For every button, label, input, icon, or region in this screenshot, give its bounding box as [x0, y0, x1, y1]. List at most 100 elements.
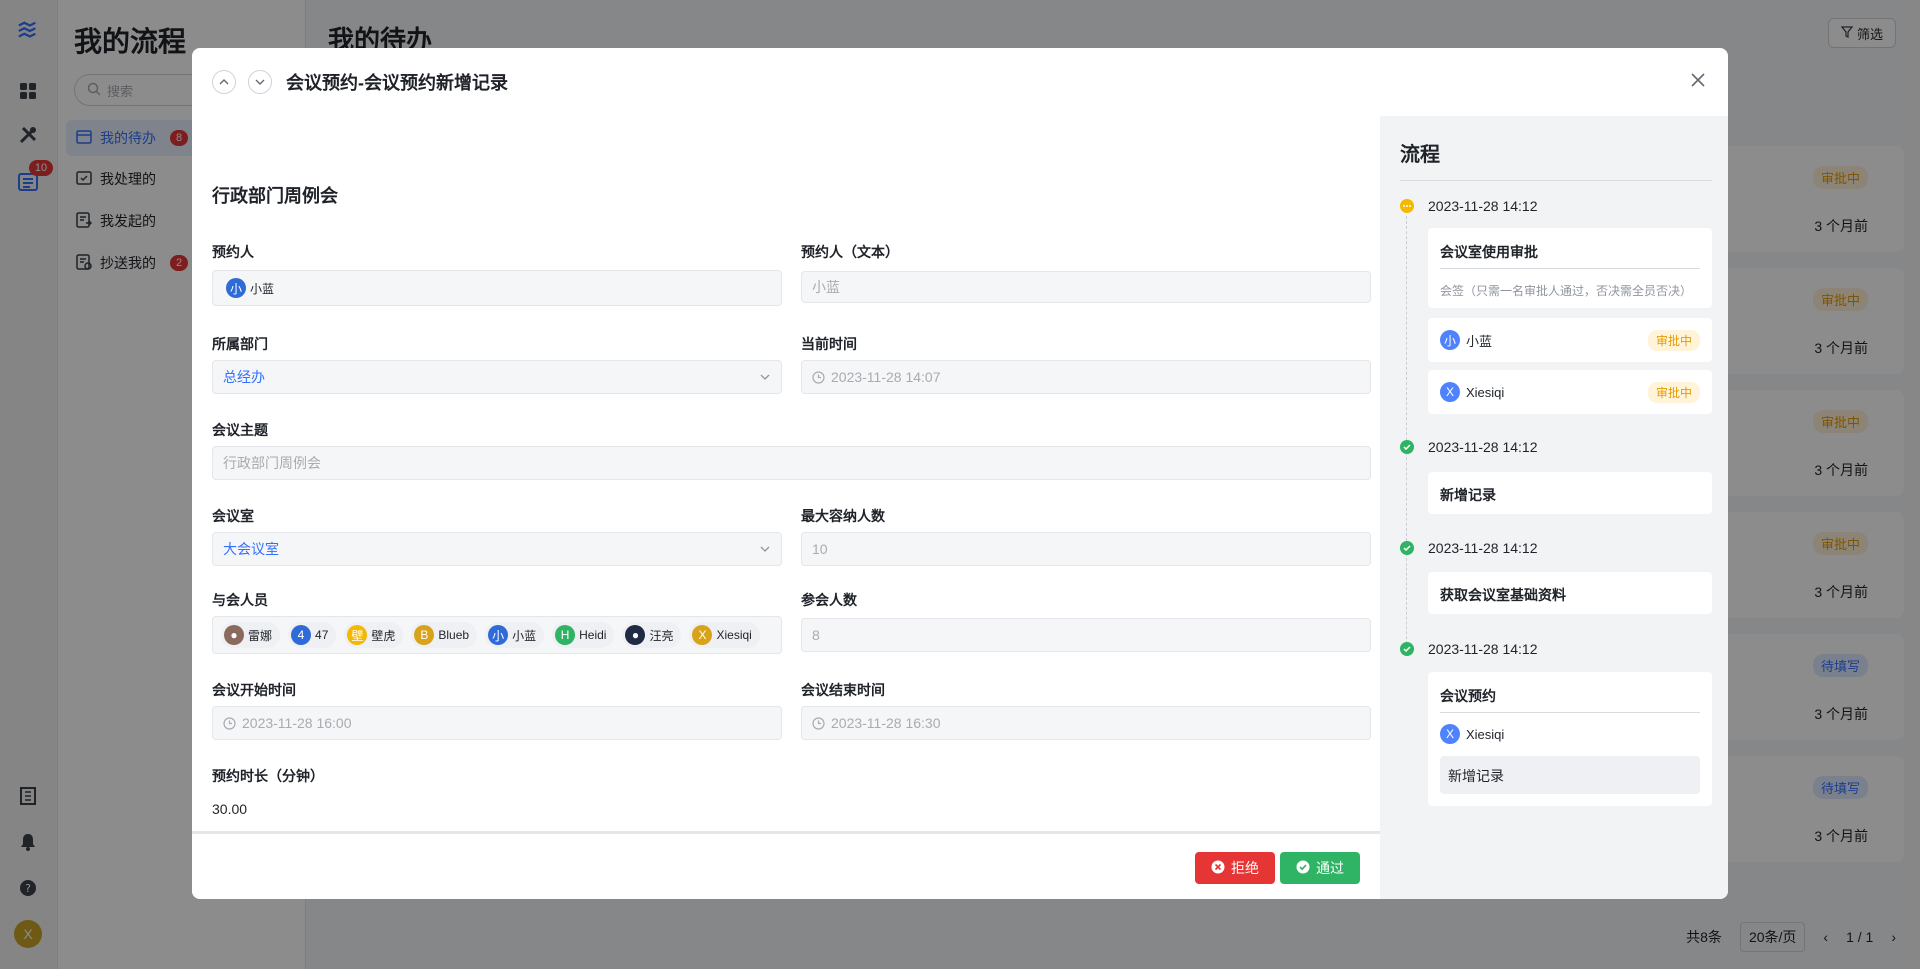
modal-header: 会议预约-会议预约新增记录 — [192, 48, 1728, 116]
avatar: X — [1440, 382, 1460, 402]
card-title: 会议预约 — [1440, 688, 1496, 704]
chevron-down-icon — [760, 374, 770, 380]
avatar: H — [555, 625, 576, 645]
prev-record-button[interactable] — [212, 70, 236, 94]
flow-title: 流程 — [1400, 144, 1440, 166]
start-field[interactable]: 2023-11-28 16:00 — [212, 706, 782, 740]
chip-name: 壁虎 — [371, 628, 396, 643]
check-circle-icon — [1296, 860, 1310, 877]
card-note: 会签（只需一名审批人通过，否决需全员否决） — [1440, 284, 1693, 298]
dept-select[interactable]: 总经办 — [212, 360, 782, 394]
check-circle-icon — [1400, 440, 1414, 454]
room-select[interactable]: 大会议室 — [212, 532, 782, 566]
start-value: 2023-11-28 16:00 — [242, 715, 352, 731]
clock-icon — [812, 716, 825, 730]
now-value: 2023-11-28 14:07 — [831, 369, 941, 385]
approver-card: X Xiesiqi 审批中 — [1428, 370, 1712, 414]
booker-text-label: 预约人（文本） — [801, 244, 899, 260]
card-title: 会议室使用审批 — [1440, 244, 1538, 260]
avatar: ● — [625, 625, 646, 645]
node-time: 2023-11-28 14:12 — [1428, 439, 1538, 455]
flow-card: 获取会议室基础资料 — [1428, 572, 1712, 614]
approve-button[interactable]: 通过 — [1280, 852, 1360, 884]
topic-field[interactable]: 行政部门周例会 — [212, 446, 1371, 480]
record-modal: 会议预约-会议预约新增记录 行政部门周例会 预约人 小 小蓝 预约人（文本） 小… — [192, 48, 1728, 899]
node-time: 2023-11-28 14:12 — [1428, 540, 1538, 556]
avatar: X — [1440, 724, 1460, 744]
chip-name: 47 — [315, 628, 329, 642]
approver-card: 小 小蓝 审批中 — [1428, 318, 1712, 362]
chip-name: Blueb — [438, 628, 470, 642]
approve-label: 通过 — [1316, 860, 1344, 876]
status-badge: 审批中 — [1647, 330, 1700, 351]
avatar: 小 — [488, 625, 509, 645]
attendees-label: 与会人员 — [212, 592, 268, 608]
node-time: 2023-11-28 14:12 — [1428, 641, 1538, 657]
avatar: 小 — [1440, 330, 1460, 350]
avatar: 壁 — [347, 625, 368, 645]
start-label: 会议开始时间 — [212, 682, 296, 698]
duration-value: 30.00 — [212, 801, 248, 817]
next-record-button[interactable] — [248, 70, 272, 94]
approver-name: Xiesiqi — [1466, 384, 1505, 400]
operator-name: Xiesiqi — [1466, 726, 1505, 742]
attendee-chip: H Heidi — [552, 622, 615, 648]
clock-icon — [223, 716, 236, 730]
booker-field[interactable]: 小 小蓝 — [212, 270, 782, 306]
dept-value: 总经办 — [223, 369, 265, 385]
close-icon — [1691, 73, 1705, 87]
flow-card: 新增记录 — [1428, 472, 1712, 514]
chip-name: 汪亮 — [649, 628, 674, 643]
booker-label: 预约人 — [212, 244, 254, 260]
sub-record: 新增记录 — [1440, 756, 1700, 794]
reject-label: 拒绝 — [1231, 860, 1259, 876]
room-label: 会议室 — [212, 508, 254, 524]
pending-dot-icon — [1400, 199, 1414, 213]
card-title: 新增记录 — [1440, 487, 1496, 503]
room-value: 大会议室 — [223, 541, 279, 557]
timeline-rail — [1406, 216, 1407, 556]
check-circle-icon — [1400, 642, 1414, 656]
modal-footer: 拒绝 通过 — [192, 831, 1380, 899]
chevron-up-icon — [219, 79, 229, 85]
avatar: B — [414, 625, 435, 645]
chip-name: 雷娜 — [248, 628, 273, 643]
form-heading: 行政部门周例会 — [212, 186, 338, 206]
reject-button[interactable]: 拒绝 — [1195, 852, 1275, 884]
attendees-field[interactable]: ● 雷娜 4 47 壁壁虎 B Blueb 小小蓝 H Heidi ● 汪亮 X Xiesi… — [212, 616, 782, 654]
avatar: X — [692, 625, 713, 645]
capacity-label: 最大容纳人数 — [801, 508, 885, 524]
avatar: 4 — [291, 625, 312, 645]
chevron-down-icon — [255, 79, 265, 85]
attendee-count-field[interactable]: 8 — [801, 618, 1371, 652]
attendee-chip: B Blueb — [411, 622, 478, 648]
capacity-field[interactable]: 10 — [801, 532, 1371, 566]
topic-label: 会议主题 — [212, 422, 268, 438]
attendee-chip: ● 雷娜 — [221, 622, 281, 648]
flow-panel: 流程 2023-11-28 14:12 会议室使用审批 会签（只需一名审批人通过… — [1380, 116, 1728, 899]
chip-name: Xiesiqi — [716, 628, 752, 642]
approver-name: 小蓝 — [1466, 333, 1493, 349]
end-field[interactable]: 2023-11-28 16:30 — [801, 706, 1371, 740]
approver-row: X Xiesiqi — [1440, 382, 1504, 402]
now-field[interactable]: 2023-11-28 14:07 — [801, 360, 1371, 394]
attendee-count-label: 参会人数 — [801, 592, 857, 608]
card-divider — [1440, 712, 1700, 713]
check-circle-icon — [1400, 541, 1414, 555]
clock-icon — [812, 370, 825, 384]
attendee-chip: X Xiesiqi — [689, 622, 760, 648]
attendee-chip: ● 汪亮 — [622, 622, 682, 648]
duration-label: 预约时长（分钟） — [212, 768, 324, 784]
reject-icon — [1211, 860, 1225, 877]
flow-card: 会议室使用审批 会签（只需一名审批人通过，否决需全员否决） — [1428, 228, 1712, 308]
attendee-chip: 小小蓝 — [485, 622, 545, 648]
operator-row: X Xiesiqi — [1440, 724, 1504, 744]
end-value: 2023-11-28 16:30 — [831, 715, 941, 731]
card-title: 获取会议室基础资料 — [1440, 587, 1566, 603]
close-button[interactable] — [1684, 66, 1712, 94]
flow-card: 会议预约 X Xiesiqi 新增记录 — [1428, 672, 1712, 806]
record-form: 行政部门周例会 预约人 小 小蓝 预约人（文本） 小蓝 所属部门 总经办 当前时… — [192, 116, 1380, 831]
status-badge: 审批中 — [1647, 382, 1700, 403]
booker-text-field[interactable]: 小蓝 — [801, 271, 1371, 303]
avatar: 小 — [226, 278, 246, 298]
